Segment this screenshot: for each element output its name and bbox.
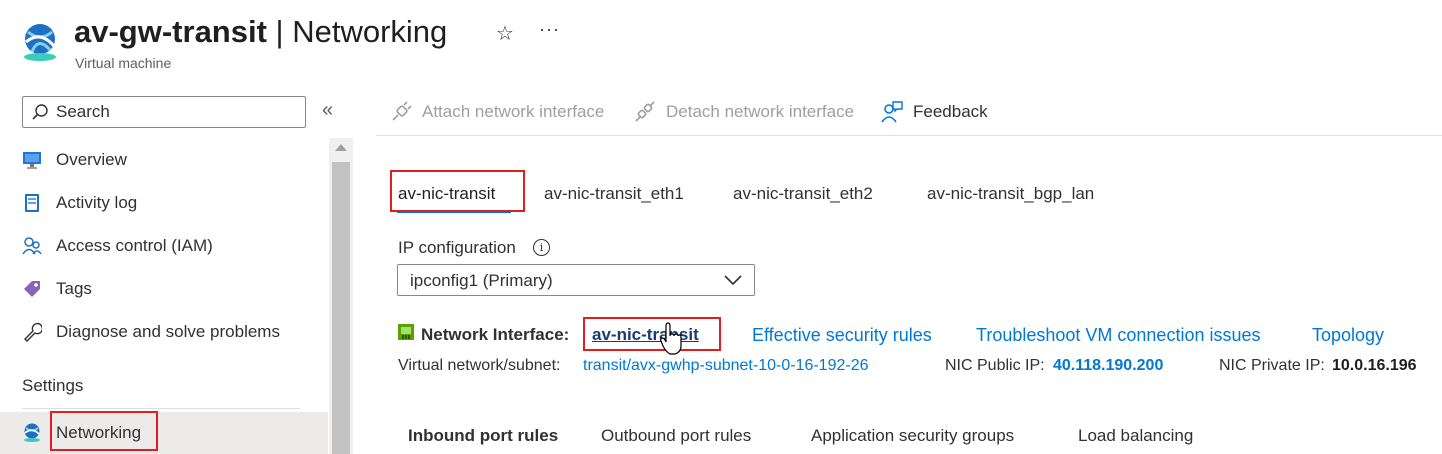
feedback-person-icon — [881, 101, 903, 123]
sidebar-item-activity-log[interactable]: Activity log — [0, 184, 328, 224]
sidebar-item-overview[interactable]: Overview — [0, 141, 328, 181]
monitor-icon — [23, 152, 41, 169]
sidebar-scrollbar[interactable] — [329, 138, 353, 454]
search-box[interactable] — [22, 96, 306, 128]
title-separator: | — [266, 14, 293, 49]
vnet-subnet-label: Virtual network/subnet: — [398, 357, 561, 374]
private-ip-label: NIC Private IP: — [1219, 357, 1325, 374]
attach-plug-icon — [392, 101, 412, 121]
activity-log-icon — [25, 194, 39, 212]
ip-configuration-value: ipconfig1 (Primary) — [410, 271, 553, 290]
search-icon — [32, 104, 48, 120]
resource-name: av-gw-transit — [74, 14, 267, 49]
section-name: Networking — [292, 14, 448, 49]
wrench-icon — [24, 322, 42, 342]
attach-network-interface-button[interactable]: Attach network interface — [390, 99, 604, 125]
sidebar-item-label: Diagnose and solve problems — [56, 322, 280, 341]
ip-configuration-label: IP configuration — [398, 238, 516, 257]
effective-security-rules-link[interactable]: Effective security rules — [752, 325, 932, 346]
search-input[interactable] — [56, 101, 296, 123]
page-title: av-gw-transit | Networking — [74, 12, 447, 52]
public-ip-link[interactable]: 40.118.190.200 — [1053, 357, 1163, 375]
sidebar-item-access-control[interactable]: Access control (IAM) — [0, 227, 328, 267]
attach-label: Attach network interface — [422, 102, 605, 121]
info-icon[interactable]: i — [533, 239, 550, 256]
detach-network-interface-button[interactable]: Detach network interface — [634, 99, 854, 125]
sidebar-item-diagnose[interactable]: Diagnose and solve problems — [0, 313, 328, 353]
tab-application-security-groups[interactable]: Application security groups — [811, 426, 1014, 446]
more-options-icon[interactable]: ··· — [539, 19, 560, 40]
highlight-box-nic-tab — [390, 170, 525, 212]
section-divider — [22, 408, 300, 409]
networking-icon — [24, 423, 40, 442]
settings-section-label: Settings — [22, 376, 84, 395]
hand-cursor-icon — [660, 322, 682, 355]
tab-load-balancing[interactable]: Load balancing — [1078, 426, 1193, 446]
private-ip-value: 10.0.16.196 — [1332, 357, 1417, 374]
public-ip-label: NIC Public IP: — [945, 357, 1045, 374]
scroll-up-arrow-icon[interactable] — [335, 144, 347, 151]
sidebar-item-label: Activity log — [56, 193, 138, 212]
ip-configuration-select[interactable]: ipconfig1 (Primary) — [397, 264, 755, 296]
feedback-button[interactable]: Feedback — [881, 99, 988, 125]
sidebar-item-label: Tags — [56, 279, 92, 298]
virtual-machine-networking-icon — [24, 24, 56, 61]
highlight-box-nic-link — [583, 317, 721, 351]
sidebar-item-tags[interactable]: Tags — [0, 270, 328, 310]
sidebar-item-label: Access control (IAM) — [56, 236, 213, 255]
feedback-label: Feedback — [913, 102, 988, 121]
toolbar-divider — [376, 135, 1442, 136]
tab-outbound-port-rules[interactable]: Outbound port rules — [601, 426, 751, 446]
network-interface-icon — [398, 324, 414, 340]
people-icon — [22, 237, 42, 255]
tab-av-nic-transit-eth1[interactable]: av-nic-transit_eth1 — [544, 184, 684, 204]
tab-inbound-port-rules[interactable]: Inbound port rules — [408, 426, 558, 446]
detach-plug-icon — [635, 101, 655, 122]
network-interface-label: Network Interface: — [421, 325, 570, 344]
tab-av-nic-transit-eth2[interactable]: av-nic-transit_eth2 — [733, 184, 873, 204]
vnet-subnet-link[interactable]: transit/avx-gwhp-subnet-10-0-16-192-26 — [583, 357, 868, 375]
tab-av-nic-transit-bgp-lan[interactable]: av-nic-transit_bgp_lan — [927, 184, 1094, 204]
scrollbar-thumb[interactable] — [332, 162, 350, 454]
collapse-sidebar-icon[interactable]: « — [322, 99, 333, 122]
troubleshoot-vm-connection-link[interactable]: Troubleshoot VM connection issues — [976, 325, 1260, 346]
detach-label: Detach network interface — [666, 102, 855, 121]
chevron-down-icon — [724, 275, 742, 286]
highlight-box-networking — [50, 411, 158, 451]
tag-icon — [24, 281, 40, 297]
resource-type: Virtual machine — [75, 55, 172, 71]
sidebar-item-label: Overview — [56, 150, 127, 169]
topology-link[interactable]: Topology — [1312, 325, 1384, 346]
favorite-star-icon[interactable]: ☆ — [496, 21, 514, 46]
